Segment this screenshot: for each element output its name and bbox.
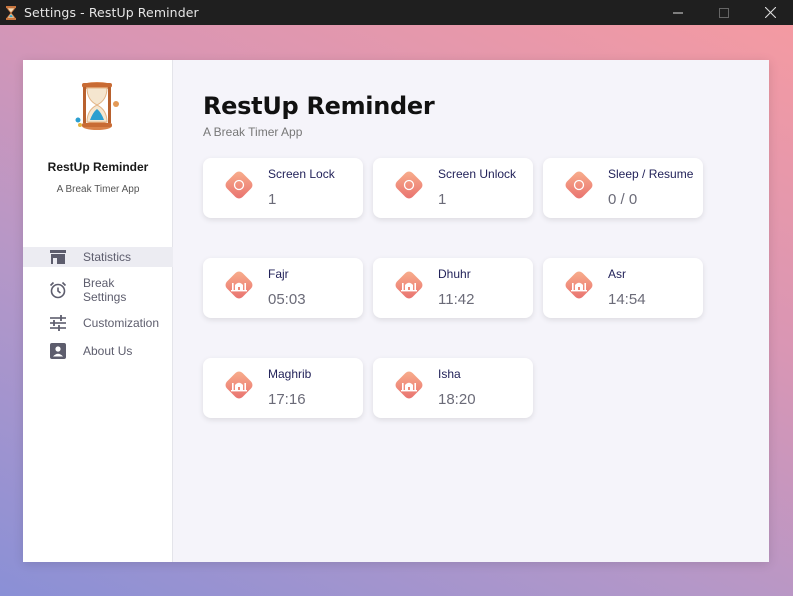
page-title: RestUp Reminder [203, 92, 435, 120]
prayer-card-dhuhr: Dhuhr 11:42 [373, 258, 533, 318]
minimize-icon [673, 12, 683, 13]
contact-card-icon [49, 342, 67, 360]
mosque-icon [561, 267, 597, 303]
stat-value: 1 [438, 191, 447, 208]
sidebar-item-label: Break Settings [83, 276, 127, 304]
prayer-time: 11:42 [438, 291, 475, 308]
app-window: RestUp Reminder A Break Timer App Statis… [23, 60, 769, 562]
stat-card-screen-unlock: Screen Unlock 1 [373, 158, 533, 218]
sidebar-item-customization[interactable]: Customization [23, 313, 173, 333]
sidebar-item-label: Customization [83, 316, 160, 330]
stat-card-screen-lock: Screen Lock 1 [203, 158, 363, 218]
sliders-icon [49, 314, 67, 332]
alarm-clock-icon [49, 281, 67, 299]
prayer-card-fajr: Fajr 05:03 [203, 258, 363, 318]
prayer-label: Dhuhr [438, 267, 471, 281]
app-logo [67, 78, 127, 134]
sidebar-item-label: Statistics [83, 250, 132, 264]
window-title: Settings - RestUp Reminder [24, 5, 199, 20]
minimize-button[interactable] [655, 0, 701, 25]
prayer-time: 17:16 [268, 391, 306, 408]
mosque-icon [391, 367, 427, 403]
sidebar-app-name: RestUp Reminder [47, 160, 149, 174]
prayer-card-asr: Asr 14:54 [543, 258, 703, 318]
stat-label: Sleep / Resume [608, 167, 694, 181]
prayer-label: Fajr [268, 267, 289, 281]
prayer-time: 14:54 [608, 291, 646, 308]
prayer-label: Asr [608, 267, 626, 281]
close-button[interactable] [747, 0, 793, 25]
stat-value: 0 / 0 [608, 191, 638, 208]
hourglass-icon [4, 5, 18, 20]
sidebar-item-label: About Us [83, 344, 133, 358]
prayer-label: Maghrib [268, 367, 312, 381]
mosque-icon [221, 267, 257, 303]
sidebar-item-about-us[interactable]: About Us [23, 341, 173, 361]
statistics-icon [49, 248, 67, 266]
close-icon [764, 7, 776, 18]
circle-icon [391, 167, 427, 203]
sidebar-item-statistics[interactable]: Statistics [23, 247, 173, 267]
circle-icon [221, 167, 257, 203]
prayer-card-isha: Isha 18:20 [373, 358, 533, 418]
sidebar-app-subtitle: A Break Timer App [56, 184, 140, 195]
maximize-icon [719, 7, 729, 18]
prayer-time: 05:03 [268, 291, 306, 308]
maximize-button[interactable] [701, 0, 747, 25]
prayer-label: Isha [438, 367, 461, 381]
prayer-time: 18:20 [438, 391, 476, 408]
sidebar-nav: Statistics Break Settings Customization … [23, 247, 173, 369]
prayer-card-maghrib: Maghrib 17:16 [203, 358, 363, 418]
page-subtitle: A Break Timer App [203, 125, 303, 139]
stat-card-sleep-resume: Sleep / Resume 0 / 0 [543, 158, 703, 218]
circle-icon [561, 167, 597, 203]
stat-label: Screen Unlock [438, 167, 517, 181]
main-content: RestUp Reminder A Break Timer App Screen… [173, 60, 769, 562]
stat-label: Screen Lock [268, 167, 335, 181]
window-titlebar: Settings - RestUp Reminder [0, 0, 793, 25]
sidebar: RestUp Reminder A Break Timer App Statis… [23, 60, 173, 562]
mosque-icon [391, 267, 427, 303]
sidebar-item-break-settings[interactable]: Break Settings [23, 275, 173, 305]
mosque-icon [221, 367, 257, 403]
stat-value: 1 [268, 191, 277, 208]
